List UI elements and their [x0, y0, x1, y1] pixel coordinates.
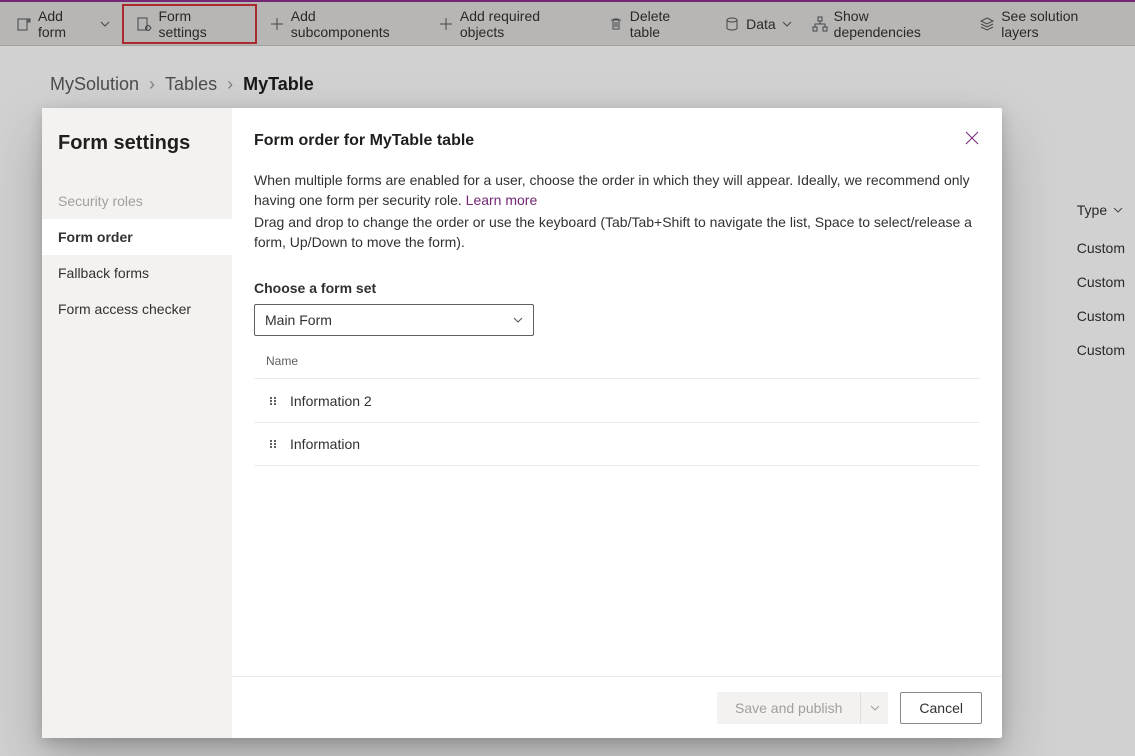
dialog-body: Form order for MyTable table When multip… [232, 108, 1002, 676]
dialog-title: Form order for MyTable table [254, 132, 980, 150]
drag-handle-icon[interactable] [270, 397, 278, 405]
dialog-main: Form order for MyTable table When multip… [232, 108, 1002, 738]
dialog-sidebar: Form settings Security roles Form order … [42, 108, 232, 738]
dialog-close-button[interactable] [956, 122, 988, 154]
form-settings-dialog: Form settings Security roles Form order … [42, 108, 1002, 738]
form-set-value: Main Form [265, 312, 332, 328]
form-order-row[interactable]: Information [254, 422, 980, 466]
dialog-footer: Save and publish Cancel [232, 676, 1002, 738]
form-set-select[interactable]: Main Form [254, 304, 534, 336]
sidebar-item-form-order[interactable]: Form order [42, 219, 232, 255]
cancel-button[interactable]: Cancel [900, 692, 982, 724]
chevron-down-icon [513, 315, 523, 325]
sidebar-item-form-access-checker[interactable]: Form access checker [42, 291, 232, 327]
save-and-publish-button[interactable]: Save and publish [717, 692, 888, 724]
dialog-description: When multiple forms are enabled for a us… [254, 170, 980, 210]
form-name: Information [290, 436, 360, 452]
chevron-down-icon [870, 703, 880, 713]
form-name: Information 2 [290, 393, 372, 409]
form-list-header: Name [254, 336, 980, 378]
dialog-instructions: Drag and drop to change the order or use… [254, 212, 980, 252]
choose-form-set-label: Choose a form set [254, 280, 980, 296]
form-order-row[interactable]: Information 2 [254, 378, 980, 422]
dialog-sidebar-title: Form settings [42, 132, 232, 183]
drag-handle-icon[interactable] [270, 440, 278, 448]
sidebar-item-security-roles[interactable]: Security roles [42, 183, 232, 219]
sidebar-item-fallback-forms[interactable]: Fallback forms [42, 255, 232, 291]
save-publish-chevron[interactable] [860, 692, 888, 724]
close-icon [965, 131, 979, 145]
learn-more-link[interactable]: Learn more [466, 192, 538, 208]
